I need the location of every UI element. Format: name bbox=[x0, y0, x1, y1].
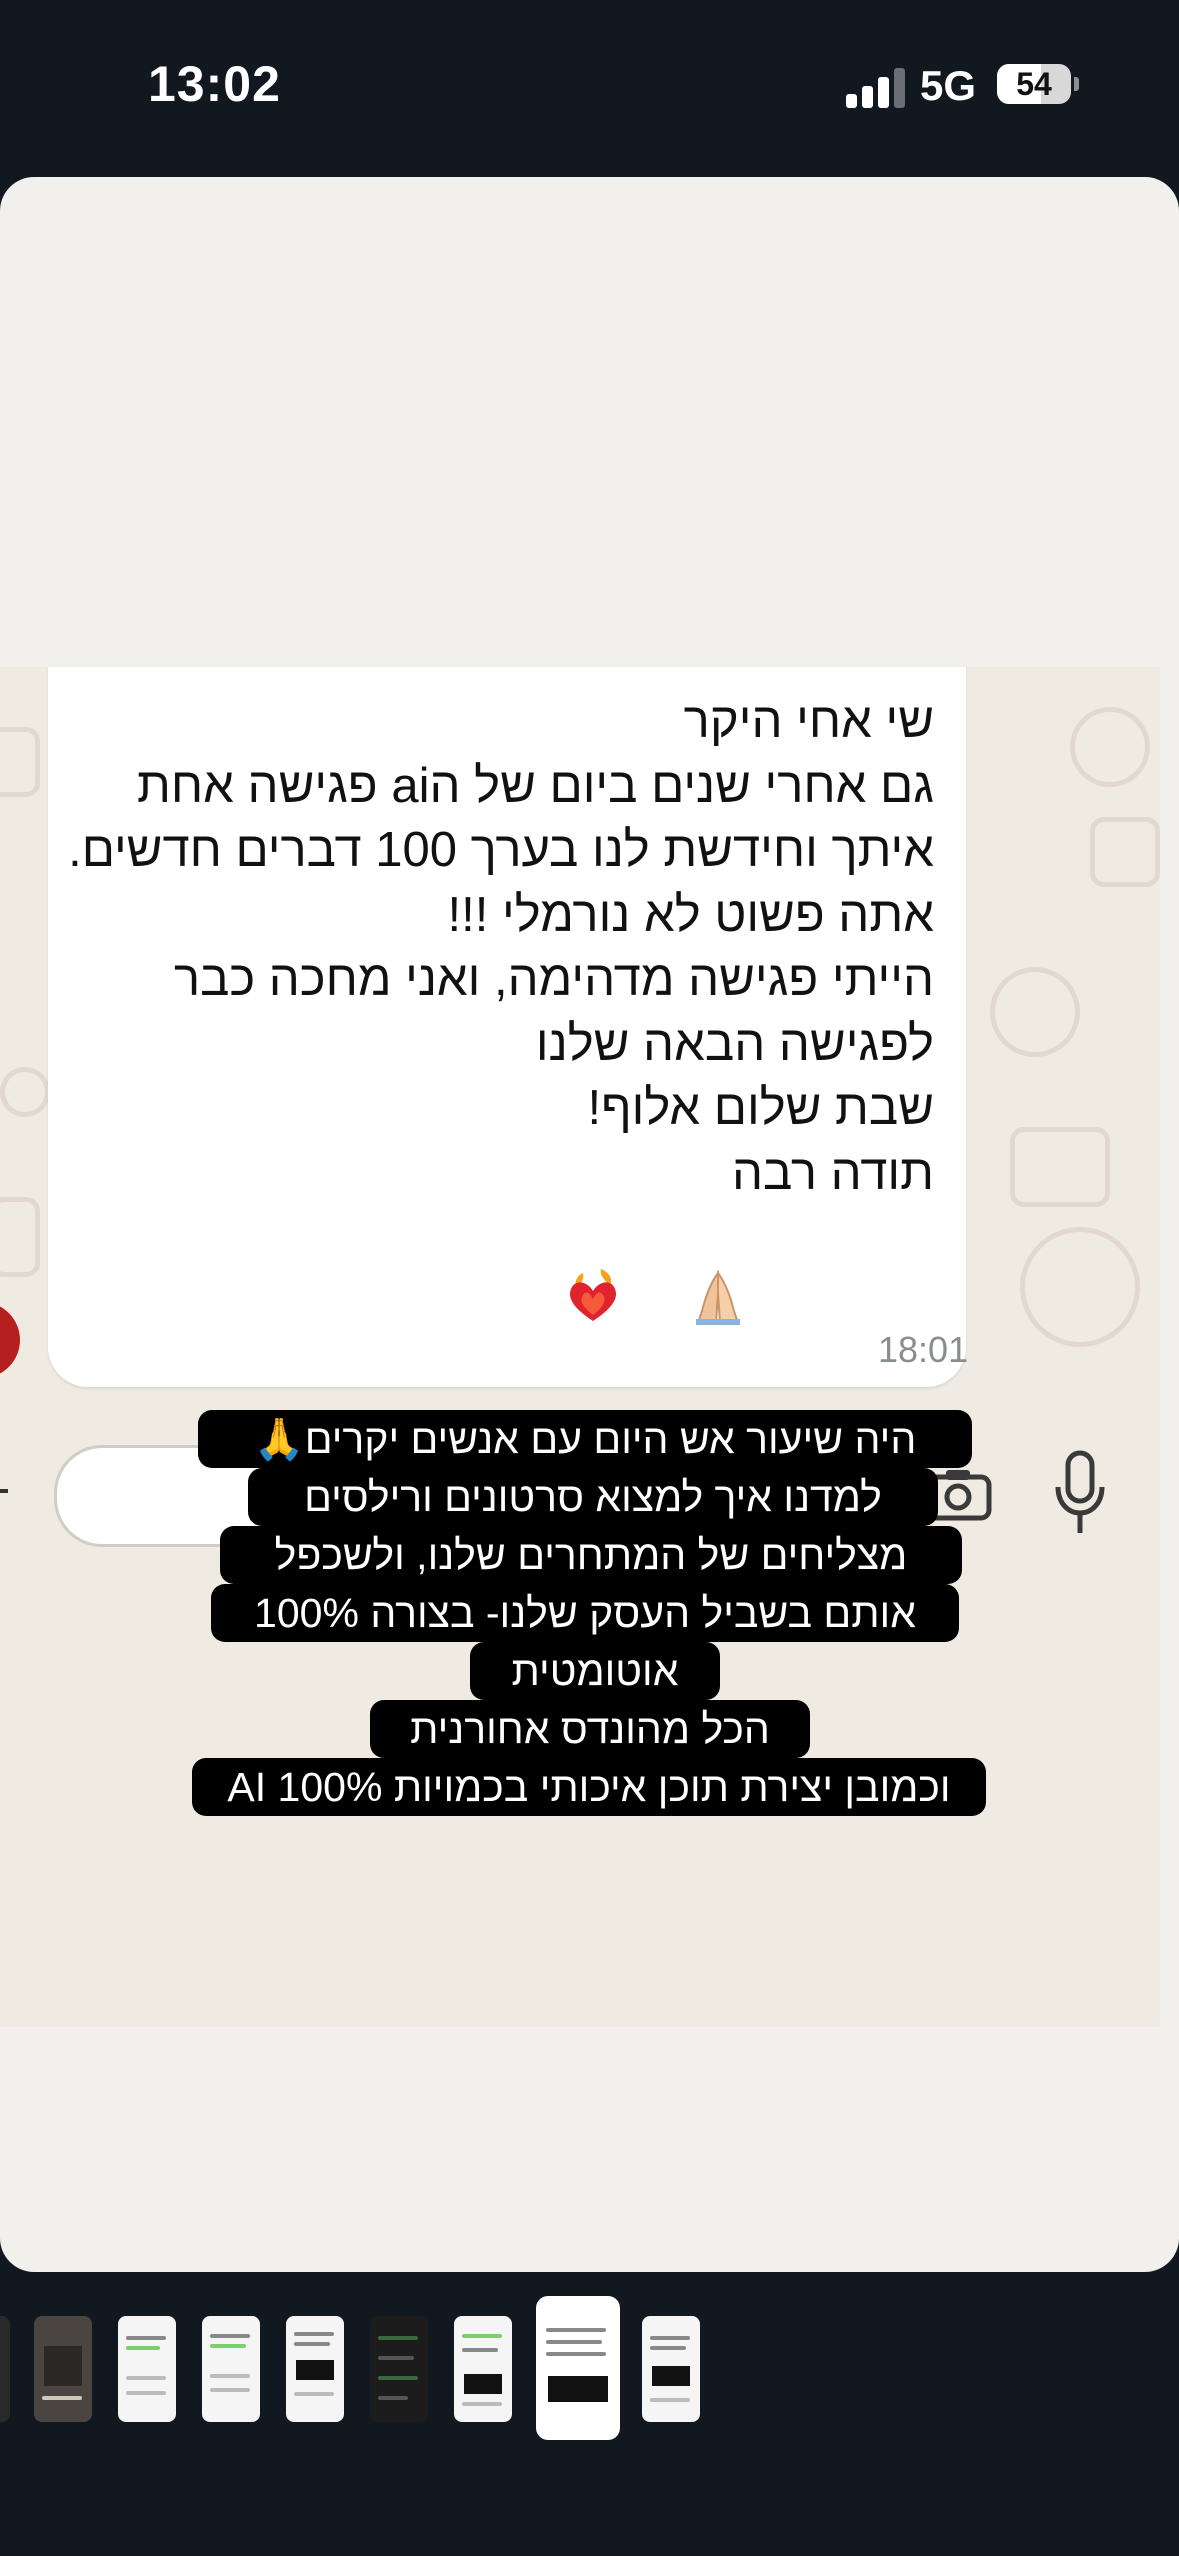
chat-screenshot: שי אחי היקר גם אחרי שנים ביום של הai פגי… bbox=[0, 667, 1160, 2027]
caption-line: היה שיעור אש היום עם אנשים יקרים🙏 bbox=[198, 1410, 972, 1468]
story-thumbnail[interactable] bbox=[454, 2316, 512, 2422]
battery-level: 54 bbox=[1016, 66, 1052, 102]
status-bar: 13:02 5G 54 bbox=[0, 0, 1179, 175]
wallpaper-doodle bbox=[0, 1067, 50, 1117]
wallpaper-doodle bbox=[1010, 1127, 1110, 1207]
signal-strength-icon bbox=[846, 66, 906, 108]
caption-line: אוטומטית bbox=[470, 1642, 720, 1700]
status-time: 13:02 bbox=[148, 56, 281, 112]
story-card[interactable]: שי אחי היקר גם אחרי שנים ביום של הai פגי… bbox=[0, 177, 1179, 2272]
wallpaper-doodle bbox=[1020, 1227, 1140, 1347]
message-time: 18:01 bbox=[878, 1329, 969, 1370]
wallpaper-doodle bbox=[990, 967, 1080, 1057]
story-thumbnail[interactable] bbox=[34, 2316, 92, 2422]
story-thumbnail[interactable] bbox=[286, 2316, 344, 2422]
plus-icon[interactable] bbox=[0, 1489, 8, 1493]
wallpaper-doodle bbox=[0, 727, 40, 797]
caption-line: וכמובן יצירת תוכן איכותי בכמויות AI 100% bbox=[192, 1758, 986, 1816]
caption-line: למדנו איך למצוא סרטונים ורילסים bbox=[248, 1468, 938, 1526]
microphone-icon[interactable] bbox=[1052, 1449, 1108, 1539]
story-thumbnail[interactable] bbox=[202, 2316, 260, 2422]
caption-line: אותם בשביל העסק שלנו- בצורה 100% bbox=[211, 1584, 959, 1642]
heart-on-fire-icon bbox=[569, 1269, 617, 1321]
caption-line: הכל מהונדס אחורנית bbox=[370, 1700, 810, 1758]
avatar bbox=[0, 1302, 20, 1378]
caption-line: מצליחים של המתחרים שלנו, ולשכפל bbox=[220, 1526, 962, 1584]
story-thumbnail[interactable] bbox=[118, 2316, 176, 2422]
story-thumbnail[interactable] bbox=[0, 2316, 10, 2422]
story-thumbnail-selected[interactable] bbox=[538, 2298, 618, 2438]
folded-hands-icon bbox=[696, 1269, 740, 1325]
message-bubble: שי אחי היקר גם אחרי שנים ביום של הai פגי… bbox=[48, 667, 969, 1387]
message-text: שי אחי היקר גם אחרי שנים ביום של הai פגי… bbox=[68, 694, 934, 1200]
network-type: 5G bbox=[920, 62, 977, 109]
wallpaper-doodle bbox=[1070, 707, 1150, 787]
story-thumbnail[interactable] bbox=[370, 2316, 428, 2422]
wallpaper-doodle bbox=[1090, 817, 1160, 887]
battery-icon: 54 bbox=[997, 64, 1079, 104]
story-thumbnail[interactable] bbox=[642, 2316, 700, 2422]
story-thumbnail-strip bbox=[0, 2298, 1179, 2448]
wallpaper-doodle bbox=[0, 1197, 40, 1277]
